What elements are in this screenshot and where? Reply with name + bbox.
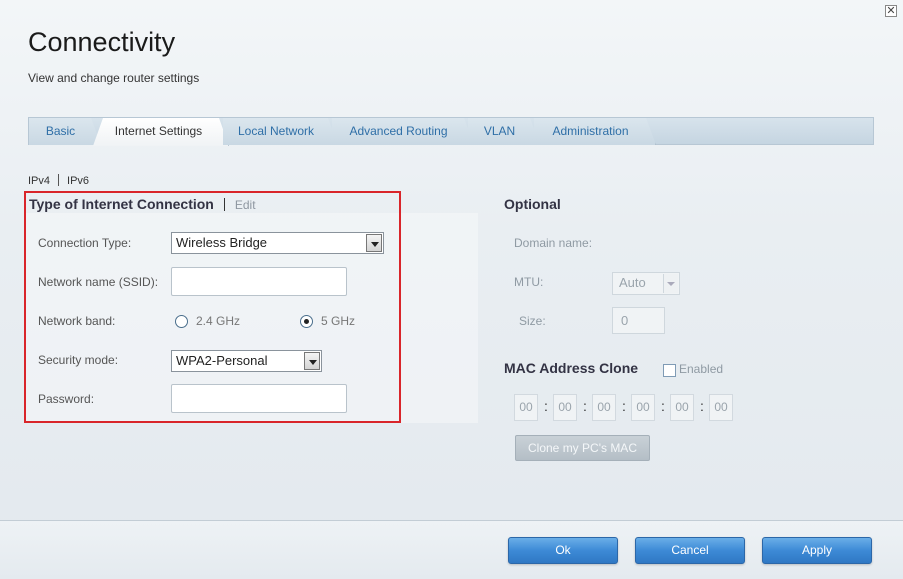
page-subtitle: View and change router settings (28, 71, 200, 85)
mac-clone-title: MAC Address Clone (504, 360, 639, 376)
mac-octet-1[interactable]: 00 (514, 394, 538, 421)
mac-clone-enabled-label: Enabled (679, 362, 724, 376)
tab-local-network[interactable]: Local Network (223, 118, 338, 145)
mac-separator: : (583, 398, 587, 414)
network-band-label: Network band: (38, 314, 116, 328)
chevron-down-icon[interactable] (304, 352, 320, 370)
connection-type-value: Wireless Bridge (176, 235, 268, 250)
security-mode-label: Security mode: (38, 353, 119, 367)
mtu-value: Auto (619, 275, 646, 290)
tab-administration[interactable]: Administration (534, 118, 656, 145)
connection-section-title: Type of Internet Connection Edit (29, 196, 256, 212)
password-input[interactable] (171, 384, 347, 413)
band-2-4ghz-label: 2.4 GHz (196, 314, 241, 328)
mac-separator: : (700, 398, 704, 414)
edit-link[interactable]: Edit (235, 198, 256, 212)
mac-octet-3[interactable]: 00 (592, 394, 616, 421)
mac-octet-5[interactable]: 00 (670, 394, 694, 421)
apply-button[interactable]: Apply (762, 537, 872, 564)
connection-type-select[interactable]: Wireless Bridge (171, 232, 384, 254)
chevron-down-icon[interactable] (663, 274, 678, 293)
mtu-select[interactable]: Auto (612, 272, 680, 295)
page-title: Connectivity (28, 27, 176, 57)
ssid-label: Network name (SSID): (38, 275, 159, 289)
band-5ghz-label: 5 GHz (321, 314, 356, 328)
edit-divider (223, 198, 225, 211)
security-mode-value: WPA2-Personal (176, 353, 268, 368)
mac-octet-2[interactable]: 00 (553, 394, 577, 421)
chevron-down-icon[interactable] (366, 234, 382, 252)
tab-advanced-routing[interactable]: Advanced Routing (332, 118, 474, 145)
mac-separator: : (544, 398, 548, 414)
ssid-input[interactable] (171, 267, 347, 296)
band-5ghz-radio[interactable] (300, 315, 313, 328)
tab-internet-settings[interactable]: Internet Settings (93, 118, 229, 146)
domain-name-label: Domain name: (514, 236, 593, 250)
mac-octet-6[interactable]: 00 (709, 394, 733, 421)
close-icon[interactable]: ✕ (885, 5, 897, 17)
tab-bar: Basic Internet Settings Local Network Ad… (28, 117, 874, 145)
password-label: Password: (38, 392, 95, 406)
connection-type-label: Connection Type: (38, 236, 132, 250)
mac-clone-enabled-checkbox[interactable] (663, 364, 676, 377)
ok-button[interactable]: Ok (508, 537, 618, 564)
optional-section-title: Optional (504, 196, 561, 212)
cancel-button[interactable]: Cancel (635, 537, 745, 564)
tab-basic[interactable]: Basic (29, 118, 101, 145)
ip-version-divider (58, 174, 60, 186)
tab-vlan[interactable]: VLAN (468, 118, 540, 145)
connection-title-text: Type of Internet Connection (29, 196, 214, 212)
security-mode-select[interactable]: WPA2-Personal (171, 350, 322, 372)
mac-separator: : (622, 398, 626, 414)
ipv4-link[interactable]: IPv4 (28, 175, 50, 187)
ip-version-switch: IPv4 IPv6 (28, 174, 89, 187)
mac-separator: : (661, 398, 665, 414)
size-label: Size: (519, 314, 546, 328)
mtu-label: MTU: (514, 275, 544, 289)
band-2-4ghz-radio[interactable] (175, 315, 188, 328)
size-input[interactable]: 0 (612, 307, 665, 334)
clone-mac-button[interactable]: Clone my PC's MAC (515, 435, 650, 461)
mac-octet-4[interactable]: 00 (631, 394, 655, 421)
ipv6-link[interactable]: IPv6 (67, 175, 89, 187)
